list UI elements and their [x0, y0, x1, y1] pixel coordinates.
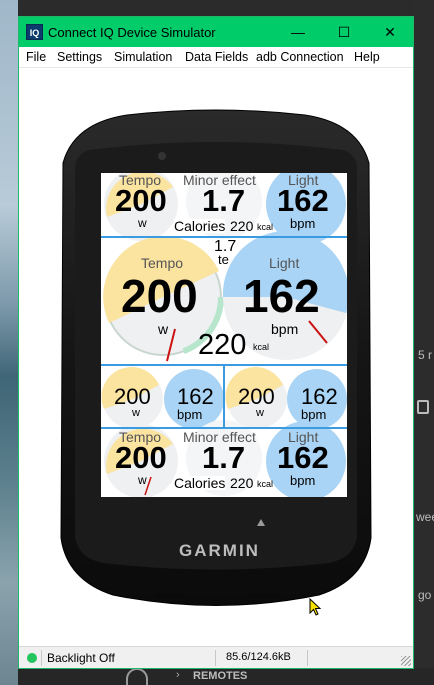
power-unit: w [256, 407, 264, 419]
power-zone-label: Tempo [141, 255, 184, 271]
hr-unit: bpm [290, 216, 316, 231]
training-effect-value: 1.7 [202, 183, 246, 218]
calories-value: 220 [198, 329, 247, 361]
status-indicator-icon [27, 653, 37, 663]
hr-unit: bpm [177, 407, 203, 422]
bottom-button [247, 593, 279, 599]
resize-grip-icon[interactable] [401, 656, 411, 666]
mouse-cursor [309, 598, 322, 616]
memory-usage: 85.6/124.6kB [226, 651, 291, 663]
menu-adb-connection[interactable]: adb Connection [256, 50, 344, 64]
status-separator [215, 650, 216, 666]
background-text: 5 r [418, 348, 433, 362]
status-separator [307, 650, 308, 666]
minimize-button[interactable]: — [275, 17, 321, 47]
calories-value: 220 [230, 475, 254, 491]
hr-value: 162 [277, 183, 329, 218]
calories-unit: kcal [257, 222, 274, 232]
hr-value: 162 [243, 270, 320, 322]
simulator-canvas: GARMIN Tempo 200 w Minor effect 1.7 Ligh… [19, 68, 413, 645]
hr-value: 162 [277, 440, 329, 475]
chevron-right-icon: › [176, 669, 180, 681]
maximize-button[interactable]: ☐ [321, 17, 367, 47]
close-button[interactable]: ✕ [367, 17, 413, 47]
background-text: wee [416, 510, 434, 524]
title-bar[interactable]: IQ Connect IQ Device Simulator — ☐ ✕ [19, 17, 413, 47]
device-screen[interactable]: Tempo 200 w Minor effect 1.7 Light 162 b… [101, 173, 347, 497]
app-icon: IQ [26, 24, 43, 40]
power-value: 200 [114, 384, 151, 409]
hr-unit: bpm [301, 407, 327, 422]
simulator-window: IQ Connect IQ Device Simulator — ☐ ✕ Fil… [18, 16, 414, 669]
backlight-status: Backlight Off [47, 651, 115, 665]
desktop-taskbar: › REMOTES [18, 668, 434, 685]
training-effect-value: 1.7 [202, 440, 246, 475]
training-effect-unit: te [218, 252, 229, 267]
hr-value: 162 [301, 384, 338, 409]
status-separator [41, 650, 42, 666]
desktop-background-app: 5 r wee go [414, 0, 434, 685]
power-unit: w [138, 473, 147, 487]
hr-value: 162 [177, 384, 214, 409]
menu-help[interactable]: Help [354, 50, 380, 64]
power-unit: w [158, 321, 169, 337]
hr-zone-label: Light [269, 255, 300, 271]
power-value: 200 [115, 183, 167, 218]
bottom-button [153, 593, 185, 599]
hr-unit: bpm [271, 321, 299, 337]
window-title: Connect IQ Device Simulator [48, 25, 216, 40]
power-value: 200 [115, 440, 167, 475]
power-unit: w [138, 216, 147, 230]
background-text: go [418, 588, 432, 602]
ambient-light-sensor [158, 152, 166, 160]
calories-unit: kcal [253, 342, 270, 352]
menu-data-fields[interactable]: Data Fields [185, 50, 248, 64]
power-value: 200 [121, 270, 198, 322]
status-bar: Backlight Off 85.6/124.6kB [19, 646, 413, 668]
power-value: 200 [238, 384, 275, 409]
power-unit: w [132, 407, 140, 419]
desktop-wallpaper [0, 0, 18, 685]
menu-file[interactable]: File [26, 50, 46, 64]
menu-simulation[interactable]: Simulation [114, 50, 172, 64]
calories-unit: kcal [257, 479, 274, 489]
hr-unit: bpm [290, 473, 316, 488]
menu-bar: File Settings Simulation Data Fields adb… [19, 47, 413, 68]
copy-icon [417, 400, 429, 414]
calories-value: 220 [230, 218, 254, 234]
remotes-label: REMOTES [193, 670, 248, 682]
calories-label: Calories [174, 475, 226, 491]
person-icon [126, 668, 148, 685]
calories-label: Calories [174, 218, 226, 234]
device-brand: GARMIN [179, 541, 260, 560]
field-separator [223, 366, 225, 427]
menu-settings[interactable]: Settings [57, 50, 102, 64]
